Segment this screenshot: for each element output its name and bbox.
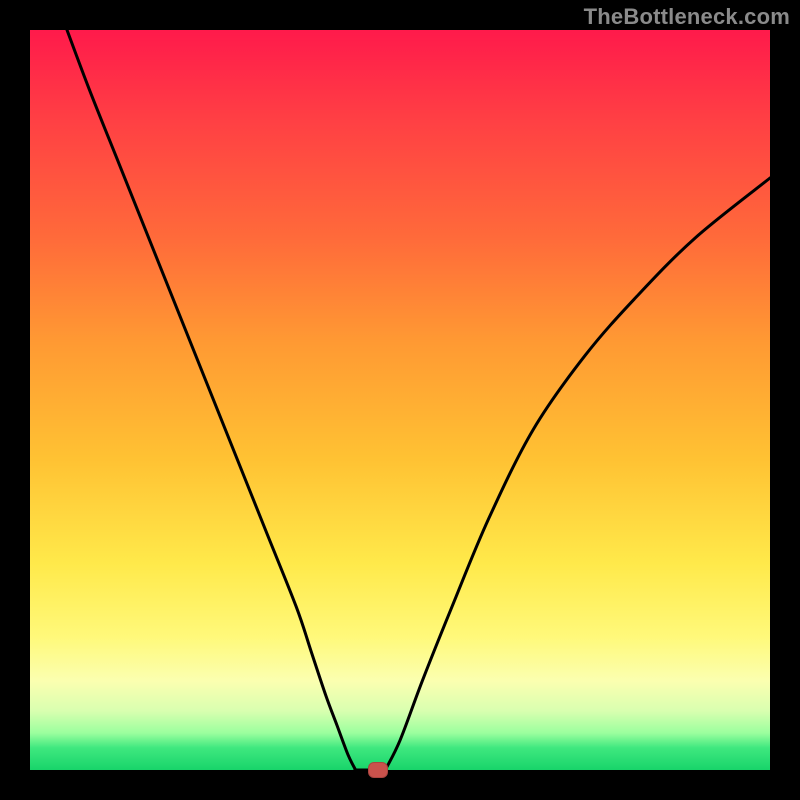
- optimal-point-marker: [368, 762, 388, 778]
- bottleneck-curve: [67, 30, 770, 770]
- watermark-text: TheBottleneck.com: [584, 4, 790, 30]
- chart-frame: TheBottleneck.com: [0, 0, 800, 800]
- plot-area: [30, 30, 770, 770]
- curve-svg: [30, 30, 770, 770]
